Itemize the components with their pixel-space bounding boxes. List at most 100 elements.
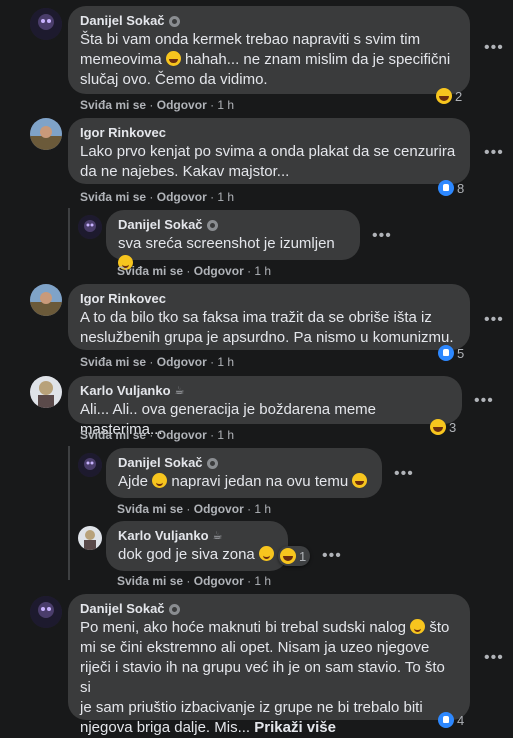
haha-reaction-icon bbox=[436, 88, 452, 104]
more-options-icon[interactable]: ••• bbox=[474, 393, 494, 409]
more-options-icon[interactable]: ••• bbox=[394, 466, 414, 482]
reply-bubble: Danijel Sokač sva sreća screenshot je iz… bbox=[106, 210, 360, 270]
comment-line: hahah... ne znam mislim da je specifični bbox=[185, 51, 451, 68]
author-name[interactable]: Danijel Sokač bbox=[80, 601, 165, 617]
reaction-count: 5 bbox=[457, 345, 465, 361]
more-options-icon[interactable]: ••• bbox=[484, 40, 504, 56]
comment-author[interactable]: Karlo Vuljanko ☕ bbox=[118, 528, 276, 544]
more-options-icon[interactable]: ••• bbox=[372, 228, 392, 244]
reaction-count: 8 bbox=[457, 180, 465, 196]
comment-actions: Sviđa mi se · Odgovor · 1 h bbox=[117, 264, 271, 278]
reply-link[interactable]: Odgovor bbox=[157, 355, 207, 369]
like-link[interactable]: Sviđa mi se bbox=[80, 190, 146, 204]
reply-link[interactable]: Odgovor bbox=[157, 98, 207, 112]
comment-author[interactable]: Danijel Sokač bbox=[118, 455, 370, 471]
like-reaction-icon bbox=[438, 180, 454, 196]
comment-author[interactable]: Danijel Sokač bbox=[80, 601, 458, 617]
comment-text: Šta bi vam onda kermek trebao napraviti … bbox=[80, 30, 458, 90]
separator: · bbox=[186, 502, 191, 516]
like-link[interactable]: Sviđa mi se bbox=[117, 264, 183, 278]
comment-line: mi se čini ekstremno ali opet. Nisam ja … bbox=[80, 639, 430, 656]
reaction-summary[interactable]: 1 bbox=[278, 546, 311, 566]
like-link[interactable]: Sviđa mi se bbox=[80, 428, 146, 442]
comment-text: A to da bilo tko sa faksa ima tražit da … bbox=[80, 308, 458, 348]
author-name[interactable]: Karlo Vuljanko bbox=[80, 383, 171, 399]
timestamp[interactable]: 1 h bbox=[217, 355, 234, 369]
coffee-cup-icon: ☕ bbox=[174, 384, 185, 397]
see-more-link[interactable]: Prikaži više bbox=[254, 719, 336, 736]
reaction-count: 2 bbox=[455, 88, 463, 104]
author-name[interactable]: Igor Rinkovec bbox=[80, 291, 166, 307]
avatar[interactable] bbox=[30, 596, 62, 628]
comment-author[interactable]: Karlo Vuljanko ☕ bbox=[80, 383, 450, 399]
avatar[interactable] bbox=[78, 215, 102, 239]
comment-actions: Sviđa mi se · Odgovor · 1 h bbox=[80, 355, 234, 369]
comment-line: neslužbenih grupa je apsurdno. Pa nismo … bbox=[80, 329, 454, 346]
thread-line bbox=[68, 208, 70, 270]
avatar[interactable] bbox=[78, 526, 102, 550]
comment-line: riječi i stavio ih na grupu već ih je on… bbox=[80, 659, 445, 696]
reaction-count: 4 bbox=[457, 712, 465, 728]
comment-text: Po meni, ako hoće maknuti bi trebal suds… bbox=[80, 618, 458, 738]
more-options-icon[interactable]: ••• bbox=[484, 312, 504, 328]
comment-bubble: Igor Rinkovec A to da bilo tko sa faksa … bbox=[68, 284, 470, 350]
avatar[interactable] bbox=[78, 453, 102, 477]
laughing-emoji-icon bbox=[165, 51, 181, 66]
haha-reaction-icon bbox=[280, 548, 296, 564]
author-name[interactable]: Igor Rinkovec bbox=[80, 125, 166, 141]
comment-actions: Sviđa mi se · Odgovor · 1 h bbox=[80, 190, 234, 204]
comment-author[interactable]: Igor Rinkovec bbox=[80, 291, 458, 307]
comment-actions: Sviđa mi se · Odgovor · 1 h bbox=[80, 98, 234, 112]
like-link[interactable]: Sviđa mi se bbox=[80, 98, 146, 112]
timestamp[interactable]: 1 h bbox=[254, 264, 271, 278]
author-name[interactable]: Danijel Sokač bbox=[118, 217, 203, 233]
timestamp[interactable]: 1 h bbox=[217, 98, 234, 112]
separator: · bbox=[247, 574, 252, 588]
comment-actions: Sviđa mi se · Odgovor · 1 h bbox=[80, 428, 234, 442]
separator: · bbox=[186, 574, 191, 588]
smile-emoji-icon bbox=[410, 619, 426, 634]
comment-line: Po meni, ako hoće maknuti bi trebal suds… bbox=[80, 619, 407, 636]
more-options-icon[interactable]: ••• bbox=[484, 145, 504, 161]
comment-line: da ne najebes. Kakav majstor... bbox=[80, 163, 290, 180]
separator: · bbox=[149, 428, 154, 442]
reply-link[interactable]: Odgovor bbox=[157, 428, 207, 442]
comment-line: je sam priuštio izbacivanje iz grupe ne … bbox=[80, 699, 423, 716]
reaction-summary[interactable]: 3 bbox=[428, 417, 460, 437]
reply-bubble: Danijel Sokač Ajde napravi jedan na ovu … bbox=[106, 448, 382, 498]
reaction-summary[interactable]: 4 bbox=[436, 710, 468, 730]
like-link[interactable]: Sviđa mi se bbox=[80, 355, 146, 369]
top-fan-badge-icon bbox=[168, 15, 180, 27]
like-link[interactable]: Sviđa mi se bbox=[117, 502, 183, 516]
reply-link[interactable]: Odgovor bbox=[157, 190, 207, 204]
reaction-summary[interactable]: 8 bbox=[436, 178, 468, 198]
avatar[interactable] bbox=[30, 284, 62, 316]
comment-author[interactable]: Danijel Sokač bbox=[80, 13, 458, 29]
timestamp[interactable]: 1 h bbox=[217, 428, 234, 442]
author-name[interactable]: Danijel Sokač bbox=[118, 455, 203, 471]
separator: · bbox=[210, 355, 215, 369]
comment-line: što bbox=[429, 619, 450, 636]
top-fan-badge-icon bbox=[168, 603, 180, 615]
reply-link[interactable]: Odgovor bbox=[194, 574, 244, 588]
separator: · bbox=[210, 98, 215, 112]
reaction-count: 1 bbox=[299, 548, 307, 564]
comment-author[interactable]: Danijel Sokač bbox=[118, 217, 348, 233]
like-link[interactable]: Sviđa mi se bbox=[117, 574, 183, 588]
timestamp[interactable]: 1 h bbox=[254, 574, 271, 588]
reaction-summary[interactable]: 5 bbox=[436, 343, 468, 363]
reply-link[interactable]: Odgovor bbox=[194, 502, 244, 516]
more-options-icon[interactable]: ••• bbox=[322, 548, 342, 564]
author-name[interactable]: Karlo Vuljanko bbox=[118, 528, 209, 544]
author-name[interactable]: Danijel Sokač bbox=[80, 13, 165, 29]
reply-link[interactable]: Odgovor bbox=[194, 264, 244, 278]
more-options-icon[interactable]: ••• bbox=[484, 650, 504, 666]
comment-bubble: Igor Rinkovec Lako prvo kenjat po svima … bbox=[68, 118, 470, 184]
timestamp[interactable]: 1 h bbox=[254, 502, 271, 516]
avatar[interactable] bbox=[30, 376, 62, 408]
avatar[interactable] bbox=[30, 8, 62, 40]
avatar[interactable] bbox=[30, 118, 62, 150]
timestamp[interactable]: 1 h bbox=[217, 190, 234, 204]
comment-author[interactable]: Igor Rinkovec bbox=[80, 125, 458, 141]
reaction-summary[interactable]: 2 bbox=[434, 86, 466, 106]
